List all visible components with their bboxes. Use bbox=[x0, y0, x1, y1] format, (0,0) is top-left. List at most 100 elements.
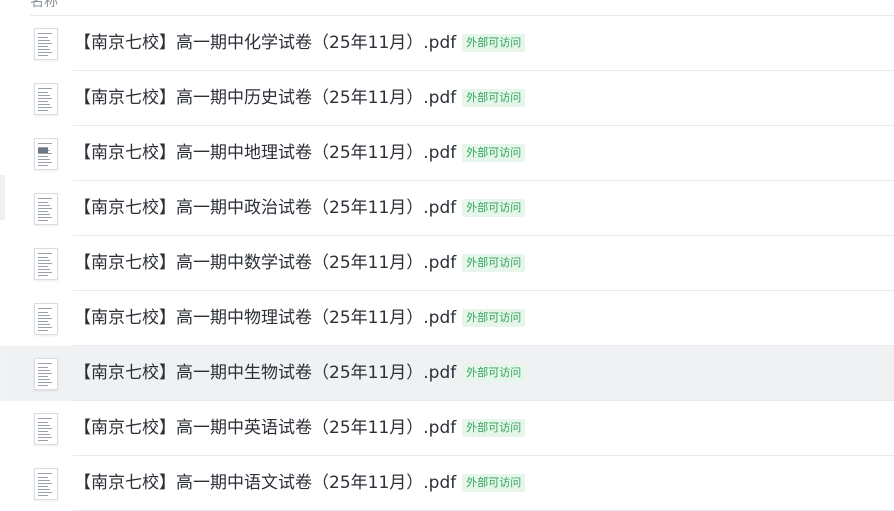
thumbnail-line bbox=[38, 159, 50, 160]
thumbnail-line bbox=[38, 101, 48, 102]
file-row[interactable]: 【南京七校】高一期中地理试卷（25年11月）.pdf 外部可访问 bbox=[0, 126, 894, 181]
thumbnail-line bbox=[38, 46, 48, 47]
thumbnail-line bbox=[38, 495, 48, 496]
file-row[interactable]: 【南京七校】高一期中英语试卷（25年11月）.pdf 外部可访问 bbox=[0, 401, 894, 456]
thumbnail-line bbox=[38, 367, 48, 368]
file-row[interactable]: 【南京七校】高一期中数学试卷（25年11月）.pdf 外部可访问 bbox=[0, 236, 894, 291]
external-access-badge: 外部可访问 bbox=[462, 474, 526, 492]
thumbnail-line bbox=[38, 376, 48, 377]
thumbnail-line bbox=[38, 153, 52, 154]
thumbnail-line bbox=[38, 324, 50, 325]
thumbnail-line bbox=[38, 98, 52, 99]
thumbnail-line bbox=[38, 205, 50, 206]
thumbnail-line bbox=[38, 483, 52, 484]
file-row[interactable]: 【南京七校】高一期中政治试卷（25年11月）.pdf 外部可访问 bbox=[0, 181, 894, 236]
pdf-thumbnail-icon bbox=[34, 83, 58, 115]
thumbnail-line bbox=[38, 480, 50, 481]
file-name[interactable]: 【南京七校】高一期中物理试卷（25年11月）.pdf bbox=[74, 308, 456, 328]
thumbnail-line bbox=[38, 308, 52, 309]
file-row[interactable]: 【南京七校】高一期中化学试卷（25年11月）.pdf 外部可访问 bbox=[0, 16, 894, 71]
file-name-cell[interactable]: 【南京七校】高一期中物理试卷（25年11月）.pdf 外部可访问 bbox=[74, 307, 526, 329]
thumbnail-line bbox=[38, 55, 48, 56]
thumbnail-line bbox=[38, 162, 52, 163]
file-row[interactable]: 【南京七校】高一期中物理试卷（25年11月）.pdf 外部可访问 bbox=[0, 291, 894, 346]
thumbnail-line bbox=[38, 275, 48, 276]
thumbnail-line bbox=[38, 477, 48, 478]
thumbnail-line bbox=[38, 33, 52, 34]
name-column-header[interactable]: 名称 bbox=[30, 0, 58, 13]
thumbnail-line bbox=[38, 110, 48, 111]
thumbnail-line bbox=[38, 88, 52, 89]
thumbnail-line bbox=[38, 37, 48, 38]
file-row[interactable]: 【南京七校】高一期中生物试卷（25年11月）.pdf 外部可访问 bbox=[0, 346, 894, 401]
external-access-badge: 外部可访问 bbox=[462, 144, 526, 162]
file-name-cell[interactable]: 【南京七校】高一期中历史试卷（25年11月）.pdf 外部可访问 bbox=[74, 87, 526, 109]
thumbnail-line bbox=[38, 156, 48, 157]
pdf-thumbnail-icon bbox=[34, 193, 58, 225]
thumbnail-line bbox=[38, 269, 50, 270]
file-row[interactable]: 【南京七校】高一期中历史试卷（25年11月）.pdf 外部可访问 bbox=[0, 71, 894, 126]
thumbnail-line bbox=[38, 440, 48, 441]
thumbnail-line bbox=[38, 473, 52, 474]
thumbnail-line bbox=[38, 266, 48, 267]
pdf-thumbnail-icon bbox=[34, 413, 58, 445]
file-name-cell[interactable]: 【南京七校】高一期中数学试卷（25年11月）.pdf 外部可访问 bbox=[74, 252, 526, 274]
file-name-cell[interactable]: 【南京七校】高一期中政治试卷（25年11月）.pdf 外部可访问 bbox=[74, 197, 526, 219]
thumbnail-line bbox=[38, 327, 52, 328]
file-name[interactable]: 【南京七校】高一期中政治试卷（25年11月）.pdf bbox=[74, 198, 456, 218]
external-access-badge: 外部可访问 bbox=[462, 34, 526, 52]
thumbnail-line bbox=[38, 370, 50, 371]
file-name-cell[interactable]: 【南京七校】高一期中地理试卷（25年11月）.pdf 外部可访问 bbox=[74, 142, 526, 164]
thumbnail-line bbox=[38, 49, 50, 50]
thumbnail-line bbox=[38, 434, 50, 435]
thumbnail-line bbox=[38, 425, 50, 426]
thumbnail-line bbox=[38, 486, 48, 487]
file-name[interactable]: 【南京七校】高一期中英语试卷（25年11月）.pdf bbox=[74, 418, 456, 438]
thumbnail-line bbox=[38, 330, 48, 331]
external-access-badge: 外部可访问 bbox=[462, 199, 526, 217]
thumbnail-line bbox=[38, 257, 48, 258]
thumbnail-line bbox=[38, 431, 48, 432]
thumbnail-line bbox=[38, 220, 48, 221]
file-name-cell[interactable]: 【南京七校】高一期中英语试卷（25年11月）.pdf 外部可访问 bbox=[74, 417, 526, 439]
thumbnail-line bbox=[38, 492, 52, 493]
pdf-thumbnail-icon bbox=[34, 358, 58, 390]
thumbnail-line bbox=[38, 263, 52, 264]
file-name-cell[interactable]: 【南京七校】高一期中化学试卷（25年11月）.pdf 外部可访问 bbox=[74, 32, 526, 54]
file-name[interactable]: 【南京七校】高一期中数学试卷（25年11月）.pdf bbox=[74, 253, 456, 273]
thumbnail-line bbox=[38, 418, 52, 419]
file-name[interactable]: 【南京七校】高一期中地理试卷（25年11月）.pdf bbox=[74, 143, 456, 163]
thumbnail-line bbox=[38, 422, 48, 423]
external-access-badge: 外部可访问 bbox=[462, 309, 526, 327]
thumbnail-line bbox=[38, 95, 50, 96]
file-name[interactable]: 【南京七校】高一期中历史试卷（25年11月）.pdf bbox=[74, 88, 456, 108]
pdf-thumbnail-icon bbox=[34, 28, 58, 60]
external-access-badge: 外部可访问 bbox=[462, 419, 526, 437]
pdf-thumbnail-icon bbox=[34, 303, 58, 335]
thumbnail-line bbox=[38, 198, 52, 199]
file-name[interactable]: 【南京七校】高一期中化学试卷（25年11月）.pdf bbox=[74, 33, 456, 53]
thumbnail-line bbox=[38, 373, 52, 374]
pdf-thumbnail-icon bbox=[34, 468, 58, 500]
thumbnail-line bbox=[38, 104, 50, 105]
file-row[interactable]: 【南京七校】高一期中语文试卷（25年11月）.pdf 外部可访问 bbox=[0, 456, 894, 511]
thumbnail-line bbox=[38, 165, 48, 166]
thumbnail-line bbox=[38, 437, 52, 438]
thumbnail-line bbox=[38, 217, 52, 218]
file-name[interactable]: 【南京七校】高一期中语文试卷（25年11月）.pdf bbox=[74, 473, 456, 493]
thumbnail-line bbox=[38, 272, 52, 273]
thumbnail-line bbox=[38, 43, 52, 44]
external-access-badge: 外部可访问 bbox=[462, 254, 526, 272]
thumbnail-line bbox=[38, 385, 48, 386]
thumbnail-line bbox=[38, 382, 52, 383]
thumbnail-line bbox=[38, 312, 48, 313]
file-name-cell[interactable]: 【南京七校】高一期中语文试卷（25年11月）.pdf 外部可访问 bbox=[74, 472, 526, 494]
file-list: 【南京七校】高一期中化学试卷（25年11月）.pdf 外部可访问 【南京七校】高一… bbox=[0, 16, 894, 511]
external-access-badge: 外部可访问 bbox=[462, 364, 526, 382]
file-name-cell[interactable]: 【南京七校】高一期中生物试卷（25年11月）.pdf 外部可访问 bbox=[74, 362, 526, 384]
thumbnail-line bbox=[38, 253, 52, 254]
pdf-thumbnail-icon bbox=[34, 248, 58, 280]
file-name[interactable]: 【南京七校】高一期中生物试卷（25年11月）.pdf bbox=[74, 363, 456, 383]
thumbnail-line bbox=[38, 52, 52, 53]
thumbnail-line bbox=[38, 211, 48, 212]
